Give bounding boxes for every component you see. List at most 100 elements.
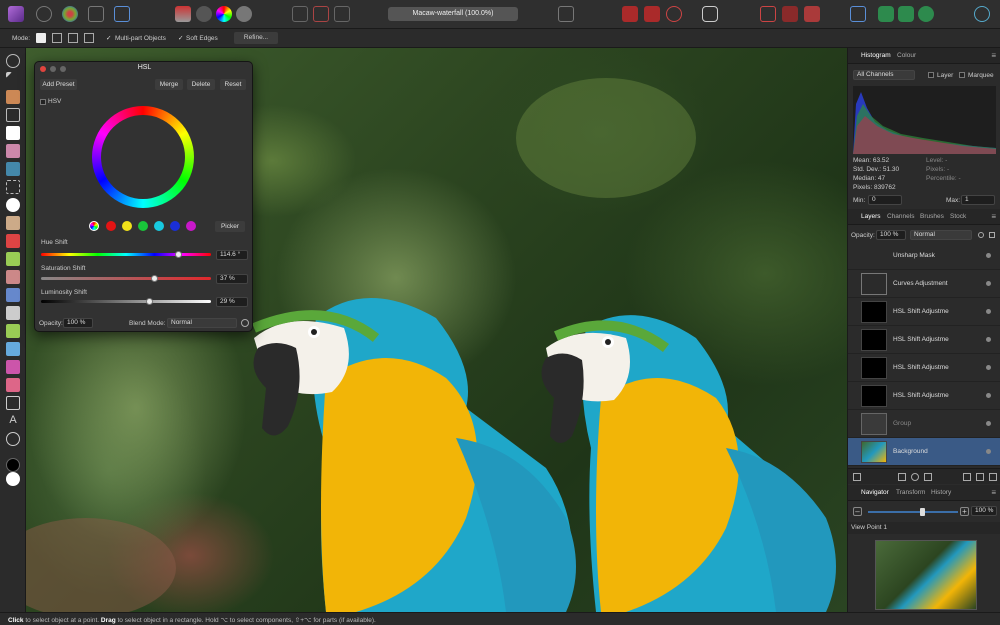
visibility-dot[interactable]	[986, 309, 991, 314]
hue-shift-slider[interactable]	[41, 251, 211, 258]
multipart-checkbox-icon[interactable]: ✓	[106, 34, 111, 42]
blur-tool-icon[interactable]	[6, 342, 20, 356]
add-layer-icon[interactable]	[976, 473, 984, 481]
reset-button[interactable]: Reset	[220, 79, 246, 90]
align-icon[interactable]	[850, 6, 866, 22]
persona-develop-icon[interactable]	[62, 6, 78, 22]
hue-shift-value[interactable]: 114.6 °	[216, 250, 248, 260]
soft-edges-checkbox-icon[interactable]: ✓	[178, 34, 183, 42]
zoom-slider-knob[interactable]	[920, 508, 925, 516]
tab-layers[interactable]: Layers	[861, 213, 881, 220]
quick-mask-icon[interactable]	[558, 6, 574, 22]
luminosity-shift-value[interactable]: 29 %	[216, 297, 248, 307]
undo-icon[interactable]	[666, 6, 682, 22]
color-wheel-icon[interactable]	[216, 6, 232, 22]
layer-row[interactable]: Group	[848, 410, 1000, 438]
add-mask-icon[interactable]	[898, 473, 906, 481]
selection-icon[interactable]	[292, 6, 308, 22]
invert-selection-icon[interactable]	[334, 6, 350, 22]
merge-button[interactable]: Merge	[155, 79, 183, 90]
text-tool-icon[interactable]: A	[6, 414, 20, 428]
zoom-tool-icon[interactable]	[6, 432, 20, 446]
flood-fill-icon[interactable]	[6, 198, 20, 212]
mode-intersect-icon[interactable]	[84, 33, 94, 43]
globe-icon[interactable]	[918, 6, 934, 22]
hue-wheel[interactable]	[92, 106, 194, 208]
saturation-shift-knob[interactable]	[151, 275, 159, 282]
delete-button[interactable]: Delete	[187, 79, 215, 90]
master-swatch[interactable]	[89, 221, 99, 231]
deselect-icon[interactable]	[313, 6, 329, 22]
rect-marquee-icon[interactable]	[6, 180, 20, 194]
tab-transform[interactable]: Transform	[896, 489, 925, 496]
auto-adjust-icon[interactable]	[236, 6, 252, 22]
add-group-icon[interactable]	[963, 473, 971, 481]
layers-options-icon[interactable]	[853, 473, 861, 481]
dodge-tool-icon[interactable]	[6, 288, 20, 302]
pen-tool-icon[interactable]	[6, 378, 20, 392]
marquee-tool-icon[interactable]	[6, 162, 20, 176]
move-tool-icon[interactable]	[6, 72, 12, 78]
refine-button[interactable]: Refine...	[234, 32, 278, 44]
layer-row[interactable]: HSL Shift Adjustme	[848, 298, 1000, 326]
assistant-icon[interactable]	[702, 6, 718, 22]
tab-navigator[interactable]: Navigator	[861, 489, 889, 496]
snapping-icon[interactable]	[760, 6, 776, 22]
visibility-dot[interactable]	[986, 281, 991, 286]
document-title[interactable]: Macaw-waterfall (100.0%)	[388, 7, 518, 21]
tab-history[interactable]: History	[931, 489, 951, 496]
visibility-dot[interactable]	[986, 253, 991, 258]
navigator-preview[interactable]	[875, 540, 977, 610]
saturation-shift-value[interactable]: 37 %	[216, 274, 248, 284]
app-logo-icon[interactable]	[8, 6, 24, 22]
navigator-menu-icon[interactable]: ≡	[991, 488, 996, 497]
magenta-swatch[interactable]	[186, 221, 196, 231]
layer-settings-icon[interactable]	[978, 232, 984, 238]
saturation-shift-slider[interactable]	[41, 275, 211, 282]
add-preset-button[interactable]: Add Preset	[40, 79, 77, 90]
layer-row[interactable]: HSL Shift Adjustme	[848, 354, 1000, 382]
hue-shift-knob[interactable]	[175, 251, 183, 258]
layer-row[interactable]: Curves Adjustment	[848, 270, 1000, 298]
copy-icon[interactable]	[898, 6, 914, 22]
cyan-swatch[interactable]	[154, 221, 164, 231]
live-filter-icon[interactable]	[924, 473, 932, 481]
green-swatch[interactable]	[138, 221, 148, 231]
view-point-row[interactable]: View Point 1	[848, 522, 1000, 534]
delete-layer-icon[interactable]	[989, 473, 997, 481]
layer-checkbox[interactable]	[928, 72, 934, 78]
mode-subtract-icon[interactable]	[68, 33, 78, 43]
insert-behind-icon[interactable]	[782, 6, 798, 22]
layer-blend-select[interactable]: Normal	[910, 230, 972, 240]
tab-colour[interactable]: Colour	[897, 52, 916, 59]
tab-histogram[interactable]: Histogram	[861, 52, 891, 59]
yellow-swatch[interactable]	[122, 221, 132, 231]
primary-color-swatch[interactable]	[6, 472, 20, 486]
marquee-checkbox[interactable]	[959, 72, 965, 78]
crop-tool-icon[interactable]	[6, 108, 20, 122]
visibility-dot[interactable]	[986, 337, 991, 342]
color-picker-tool-icon[interactable]	[6, 90, 20, 104]
arrange-icon[interactable]	[644, 6, 660, 22]
luminosity-shift-knob[interactable]	[146, 298, 154, 305]
tab-stock[interactable]: Stock	[950, 213, 966, 220]
layer-lock-icon[interactable]	[989, 232, 995, 238]
gradient-tool-icon[interactable]	[6, 216, 20, 230]
layer-row[interactable]: HSL Shift Adjustme	[848, 382, 1000, 410]
selection-brush-icon[interactable]	[6, 126, 20, 140]
visibility-dot[interactable]	[986, 365, 991, 370]
chat-icon[interactable]	[878, 6, 894, 22]
mode-add-icon[interactable]	[52, 33, 62, 43]
healing-tool-icon[interactable]	[6, 324, 20, 338]
opacity-field[interactable]: 100 %	[63, 318, 93, 328]
eraser-tool-icon[interactable]	[6, 270, 20, 284]
layers-menu-icon[interactable]: ≡	[991, 212, 996, 221]
hand-tool-icon[interactable]	[6, 54, 20, 68]
insert-inside-icon[interactable]	[804, 6, 820, 22]
persona-liquify-icon[interactable]	[36, 6, 52, 22]
panel-menu-icon[interactable]: ≡	[991, 51, 996, 60]
secondary-color-swatch[interactable]	[6, 458, 20, 472]
persona-export-icon[interactable]	[114, 6, 130, 22]
contrast-icon[interactable]	[196, 6, 212, 22]
flood-select-icon[interactable]	[6, 144, 20, 158]
